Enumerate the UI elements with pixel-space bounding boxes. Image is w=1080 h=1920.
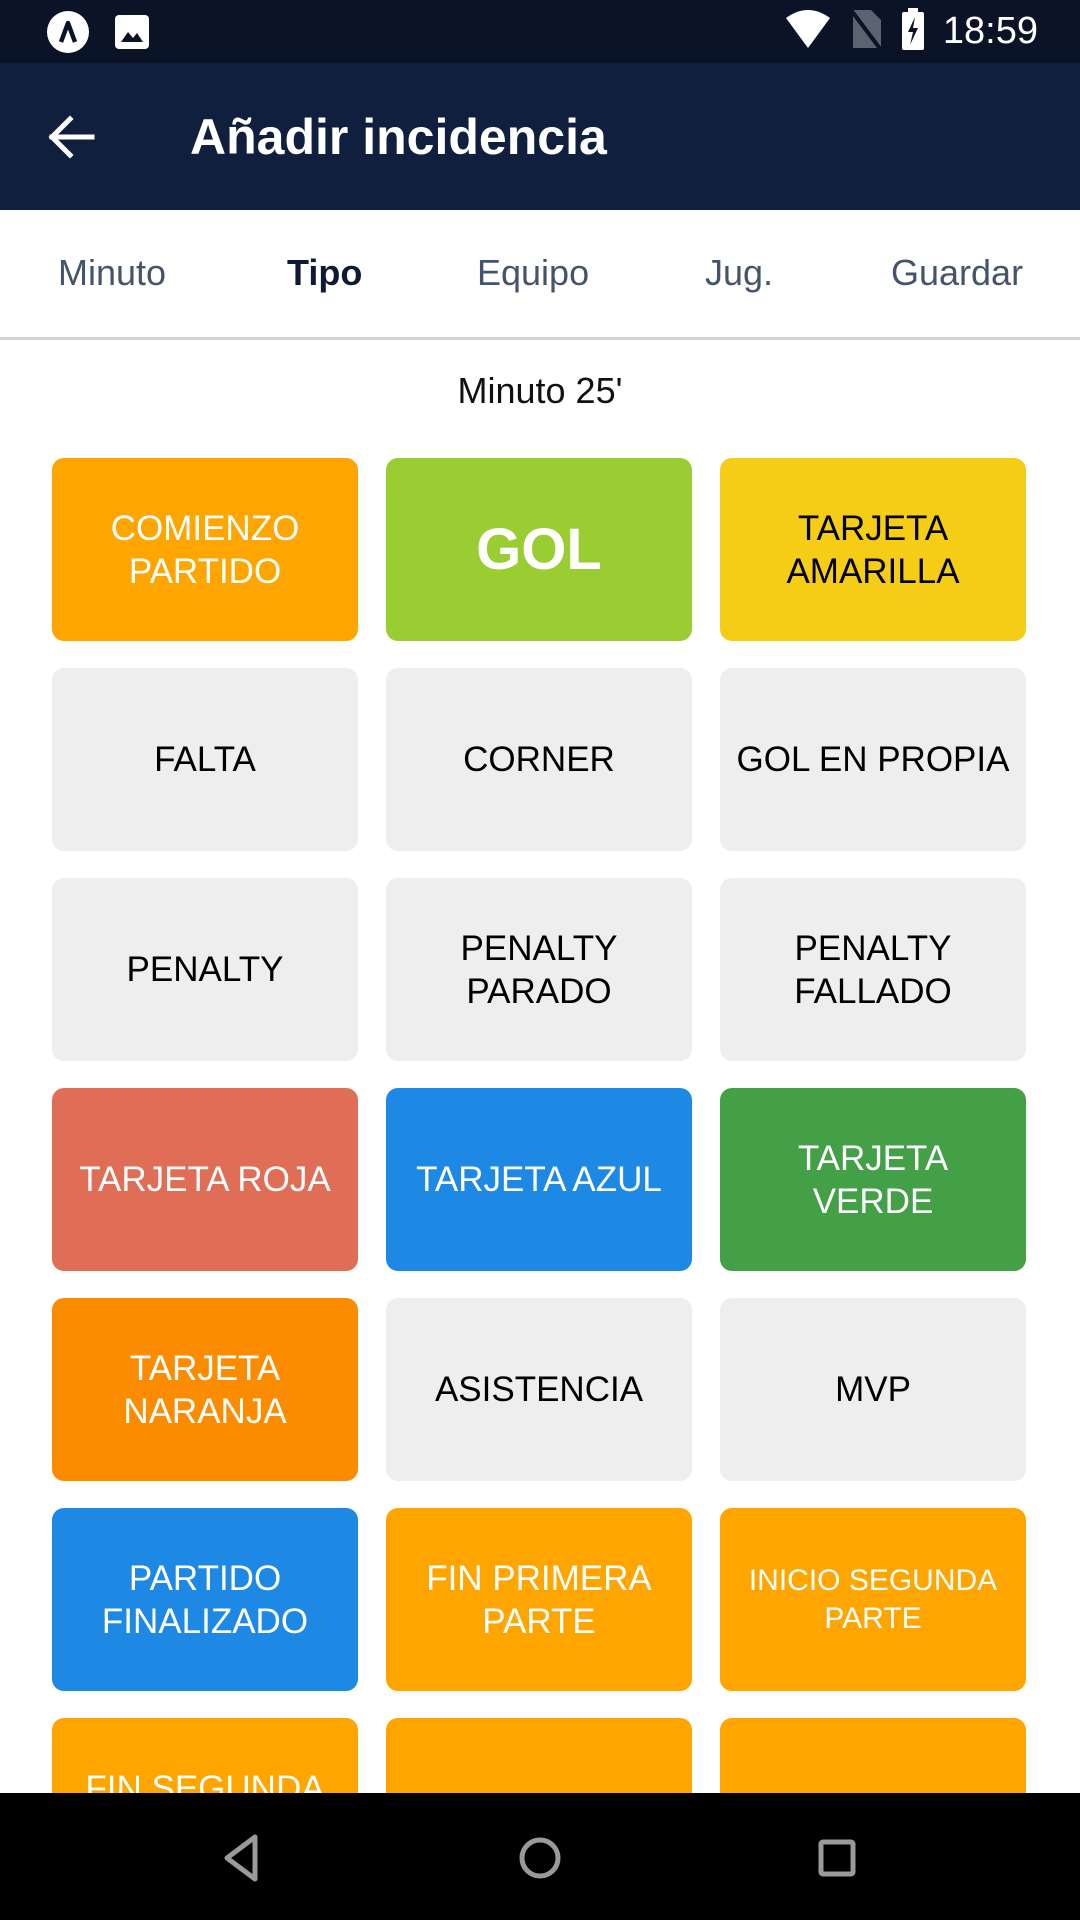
status-bar: 18:59 bbox=[0, 0, 1080, 63]
app-notification-icon bbox=[46, 10, 90, 59]
incident-type-label: GOL EN PROPIA bbox=[736, 740, 1010, 779]
back-button[interactable] bbox=[42, 107, 102, 167]
incident-type-penalty-parado-button[interactable]: PENALTY PARADO bbox=[386, 878, 692, 1061]
incident-type-falta-button[interactable]: FALTA bbox=[52, 668, 358, 851]
status-time: 18:59 bbox=[942, 10, 1038, 52]
app-bar: Añadir incidencia bbox=[0, 63, 1080, 210]
system-nav-bar bbox=[0, 1793, 1080, 1920]
incident-type-label: FIN SEGUNDA PARTE bbox=[85, 1768, 325, 1794]
incident-type-inicio-segunda-parte-button[interactable]: INICIO SEGUNDA PARTE bbox=[720, 1508, 1026, 1691]
nav-back-button[interactable] bbox=[207, 1823, 277, 1893]
incident-type-label: TARJETA NARANJA bbox=[123, 1348, 287, 1431]
incident-type-label: PENALTY FALLADO bbox=[794, 928, 952, 1011]
incident-type-label: PARTIDO FINALIZADO bbox=[101, 1558, 309, 1641]
wifi-icon bbox=[785, 8, 831, 55]
incident-type-tarjeta-azul-button[interactable]: TARJETA AZUL bbox=[386, 1088, 692, 1271]
minute-label: Minuto 25' bbox=[457, 370, 623, 411]
tab-jugador[interactable]: Jug. bbox=[705, 250, 773, 296]
tab-guardar[interactable]: Guardar bbox=[891, 250, 1023, 296]
incident-type-label: PENALTY PARADO bbox=[460, 928, 618, 1011]
back-triangle-icon bbox=[207, 1834, 277, 1897]
image-notification-icon bbox=[114, 14, 150, 55]
incident-type-label: TARJETA ROJA bbox=[79, 1160, 331, 1199]
incident-type-label: FIN PRIMERA PARTE bbox=[426, 1558, 652, 1641]
nav-recents-button[interactable] bbox=[802, 1823, 872, 1893]
incident-type-penalty-fallado-button[interactable]: PENALTY FALLADO bbox=[720, 878, 1026, 1061]
recents-square-icon bbox=[802, 1839, 872, 1897]
incident-type-tarjeta-amarilla-button[interactable]: TARJETA AMARILLA bbox=[720, 458, 1026, 641]
incident-type-label: CORNER bbox=[463, 740, 615, 779]
incident-type-fin-primera-parte-button[interactable]: FIN PRIMERA PARTE bbox=[386, 1508, 692, 1691]
incident-type-grid: COMIENZO PARTIDO GOL TARJETA AMARILLA FALTA… bbox=[52, 458, 1028, 1793]
tab-tipo[interactable]: Tipo bbox=[287, 250, 362, 296]
incident-type-label: COMIENZO PARTIDO bbox=[110, 508, 300, 591]
incident-type-asistencia-button[interactable]: ASISTENCIA bbox=[386, 1298, 692, 1481]
incident-type-label: TARJETA AMARILLA bbox=[786, 508, 960, 591]
incident-type-label: TARJETA VERDE bbox=[797, 1138, 949, 1221]
page-title: Añadir incidencia bbox=[190, 109, 607, 165]
incident-type-comienzo-partido-button[interactable]: COMIENZO PARTIDO bbox=[52, 458, 358, 641]
incident-type-partido-finalizado-button[interactable]: PARTIDO FINALIZADO bbox=[52, 1508, 358, 1691]
incident-type-label: GOL bbox=[476, 517, 602, 582]
tab-minuto[interactable]: Minuto bbox=[58, 250, 166, 296]
incident-type-tarjeta-naranja-button[interactable]: TARJETA NARANJA bbox=[52, 1298, 358, 1481]
incident-type-penalty-button[interactable]: PENALTY bbox=[52, 878, 358, 1061]
incident-type-label: PENALTY bbox=[126, 950, 284, 989]
step-tabs: Minuto Tipo Equipo Jug. Guardar bbox=[0, 210, 1080, 340]
no-sim-icon bbox=[849, 8, 883, 55]
incident-type-gol-en-propia-button[interactable]: GOL EN PROPIA bbox=[720, 668, 1026, 851]
incident-type-tarjeta-verde-button[interactable]: TARJETA VERDE bbox=[720, 1088, 1026, 1271]
incident-type-fin-prorroga-button[interactable]: FIN PRÓRROGA bbox=[720, 1718, 1026, 1793]
nav-home-button[interactable] bbox=[505, 1823, 575, 1893]
incident-type-fin-segunda-parte-button[interactable]: FIN SEGUNDA PARTE bbox=[52, 1718, 358, 1793]
incident-type-tarjeta-roja-button[interactable]: TARJETA ROJA bbox=[52, 1088, 358, 1271]
incident-type-gol-button[interactable]: GOL bbox=[386, 458, 692, 641]
incident-type-inicio-prorroga-button[interactable]: INICIO PRÓRROGA bbox=[386, 1718, 692, 1793]
incident-type-mvp-button[interactable]: MVP bbox=[720, 1298, 1026, 1481]
tab-equipo[interactable]: Equipo bbox=[477, 250, 589, 296]
incident-type-label: MVP bbox=[835, 1370, 911, 1409]
home-circle-icon bbox=[505, 1837, 575, 1897]
battery-charging-icon bbox=[901, 8, 925, 55]
incident-type-label: FALTA bbox=[154, 740, 256, 779]
incident-type-label: INICIO SEGUNDA PARTE bbox=[748, 1563, 998, 1635]
arrow-left-icon bbox=[42, 115, 102, 171]
incident-type-corner-button[interactable]: CORNER bbox=[386, 668, 692, 851]
incident-type-label: ASISTENCIA bbox=[434, 1370, 644, 1409]
incident-type-label: TARJETA AZUL bbox=[416, 1160, 662, 1199]
